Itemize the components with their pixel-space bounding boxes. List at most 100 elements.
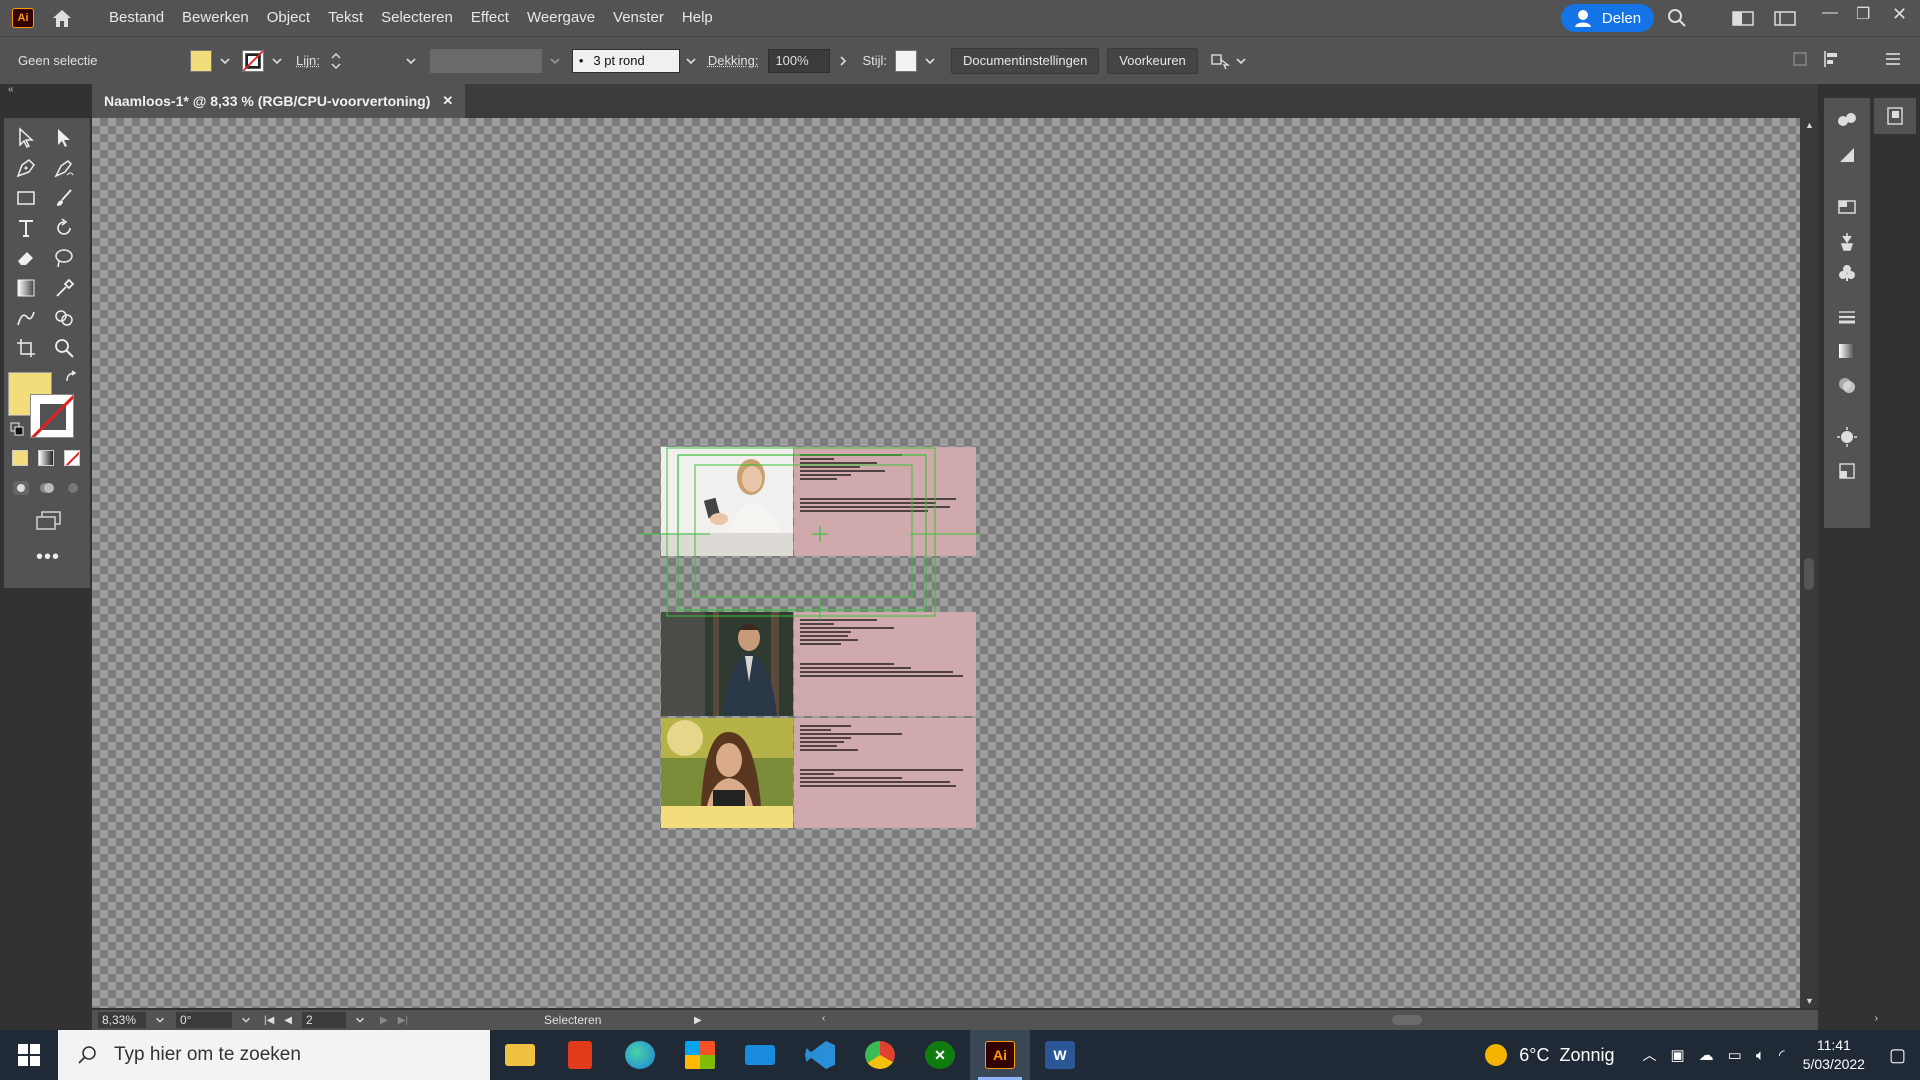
eyedropper-tool-icon[interactable] (50, 274, 78, 302)
chevron-up-icon[interactable]: ︿ (1642, 1045, 1656, 1065)
office-icon[interactable] (550, 1030, 610, 1080)
selection-tool-icon[interactable] (12, 124, 40, 152)
lasso-tool-icon[interactable] (50, 244, 78, 272)
menu-weergave[interactable]: Weergave (518, 0, 604, 36)
select-similar-icon[interactable] (1210, 51, 1232, 71)
document-settings-button[interactable]: Documentinstellingen (951, 47, 1100, 74)
appearance-icon[interactable] (1834, 424, 1860, 450)
color-mode-icon[interactable] (12, 450, 28, 466)
zoom-field[interactable]: 8,33% (98, 1012, 146, 1028)
close-tab-icon[interactable]: ✕ (442, 93, 453, 109)
swatches-icon[interactable] (1834, 194, 1860, 220)
menu-effect[interactable]: Effect (462, 0, 518, 36)
panel-menu-icon[interactable] (1884, 51, 1902, 67)
rotate-tool-icon[interactable] (50, 214, 78, 242)
fill-swatch[interactable] (190, 49, 212, 72)
eraser-tool-icon[interactable] (12, 244, 40, 272)
sun-weather-icon[interactable] (1485, 1044, 1508, 1066)
word-icon[interactable]: W (1030, 1030, 1090, 1080)
draw-inside-icon[interactable] (64, 480, 82, 496)
status-menu-icon[interactable]: ▶ (694, 1015, 702, 1026)
menu-object[interactable]: Object (258, 0, 319, 36)
chevron-down-icon[interactable] (923, 54, 937, 68)
vertical-scroll-thumb[interactable] (1804, 558, 1814, 590)
previous-artboard-icon[interactable]: ◀ (284, 1015, 292, 1026)
xbox-icon[interactable]: ✕ (910, 1030, 970, 1080)
swap-colors-icon[interactable] (64, 370, 78, 384)
preferences-button[interactable]: Voorkeuren (1107, 47, 1198, 74)
edge-icon[interactable] (610, 1030, 670, 1080)
paintbrush-tool-icon[interactable] (50, 184, 78, 212)
gradient-tool-icon[interactable] (12, 274, 40, 302)
chevron-down-icon[interactable] (684, 54, 698, 68)
arrange-documents-icon[interactable] (1732, 8, 1754, 28)
collapse-toolbar-icon[interactable]: « (8, 84, 14, 95)
menu-tekst[interactable]: Tekst (319, 0, 372, 36)
brush-definition-field[interactable]: • 3 pt rond (571, 48, 680, 73)
stroke-swatch[interactable] (242, 49, 264, 72)
illustrator-taskbar-icon[interactable]: Ai (970, 1030, 1030, 1080)
menu-bewerken[interactable]: Bewerken (173, 0, 258, 36)
workspace-icon[interactable] (1774, 8, 1796, 28)
stroke-color-box[interactable] (30, 394, 74, 438)
last-artboard-icon[interactable]: ▶| (398, 1015, 408, 1026)
chevron-down-icon[interactable] (154, 1014, 166, 1026)
document-tab[interactable]: Naamloos-1* @ 8,33 % (RGB/CPU-voorverton… (92, 84, 466, 118)
shape-builder-tool-icon[interactable] (50, 304, 78, 332)
gradient-panel-icon[interactable] (1834, 338, 1860, 364)
brushes-icon[interactable] (1834, 228, 1860, 254)
chevron-down-icon[interactable] (218, 54, 232, 68)
horizontal-scroll-thumb[interactable] (1392, 1015, 1422, 1025)
rotation-field[interactable]: 0° (176, 1012, 232, 1028)
horizontal-scrollbar[interactable]: ‹ › (820, 1013, 1880, 1027)
volume-icon[interactable]: 🔈︎ (1756, 1047, 1765, 1064)
opacity-field[interactable]: 100% (768, 48, 831, 73)
chevron-down-icon[interactable] (240, 1014, 252, 1026)
chevron-down-icon[interactable] (354, 1014, 366, 1026)
windows-start-icon[interactable] (0, 1030, 58, 1080)
next-artboard-icon[interactable]: ▶ (380, 1015, 388, 1026)
minimize-icon[interactable]: — (1822, 4, 1838, 22)
meet-now-icon[interactable]: ▣ (1670, 1046, 1684, 1064)
search-icon[interactable] (1666, 8, 1688, 28)
artboard-tool-icon[interactable] (12, 334, 40, 362)
stroke-weight-field[interactable] (347, 48, 404, 73)
google-chrome-icon[interactable] (850, 1030, 910, 1080)
first-artboard-icon[interactable]: |◀ (264, 1015, 274, 1026)
blend-tool-icon[interactable] (12, 304, 40, 332)
properties-icon[interactable] (1834, 142, 1860, 168)
scroll-down-icon[interactable]: ▼ (1805, 996, 1814, 1006)
vscode-icon[interactable] (790, 1030, 850, 1080)
close-window-icon[interactable]: ✕ (1892, 4, 1907, 25)
none-mode-icon[interactable] (64, 450, 80, 466)
default-colors-icon[interactable] (10, 422, 24, 436)
transform-icon[interactable] (1792, 51, 1808, 67)
zoom-tool-icon[interactable] (50, 334, 78, 362)
scroll-left-icon[interactable]: ‹ (822, 1013, 825, 1024)
type-tool-icon[interactable] (12, 214, 40, 242)
more-tools-icon[interactable]: ••• (36, 546, 60, 569)
chevron-right-icon[interactable] (836, 54, 850, 68)
taskbar-search-box[interactable]: Typ hier om te zoeken (58, 1030, 490, 1080)
scroll-up-icon[interactable]: ▲ (1805, 120, 1814, 130)
opacity-label[interactable]: Dekking: (708, 53, 759, 68)
rectangle-tool-icon[interactable] (12, 184, 40, 212)
gradient-mode-icon[interactable] (38, 450, 54, 466)
chevron-down-icon[interactable] (270, 54, 284, 68)
draw-behind-icon[interactable] (38, 480, 56, 496)
draw-normal-icon[interactable] (12, 480, 30, 496)
menu-bestand[interactable]: Bestand (100, 0, 173, 36)
pen-tool-icon[interactable] (12, 154, 40, 182)
stroke-label[interactable]: Lijn: (296, 53, 320, 68)
chevron-down-icon[interactable] (1234, 54, 1248, 68)
home-icon[interactable] (50, 7, 74, 29)
graphic-style-swatch[interactable] (895, 49, 917, 72)
menu-selecteren[interactable]: Selecteren (372, 0, 462, 36)
share-button[interactable]: Delen (1561, 4, 1654, 32)
taskbar-clock[interactable]: 11:41 5/03/2022 (1803, 1036, 1865, 1074)
restore-icon[interactable]: ❐ (1856, 4, 1870, 24)
file-explorer-icon[interactable] (490, 1030, 550, 1080)
menu-venster[interactable]: Venster (604, 0, 673, 36)
mail-icon[interactable] (730, 1030, 790, 1080)
vertical-scrollbar[interactable]: ▲ ▼ (1800, 118, 1818, 1008)
